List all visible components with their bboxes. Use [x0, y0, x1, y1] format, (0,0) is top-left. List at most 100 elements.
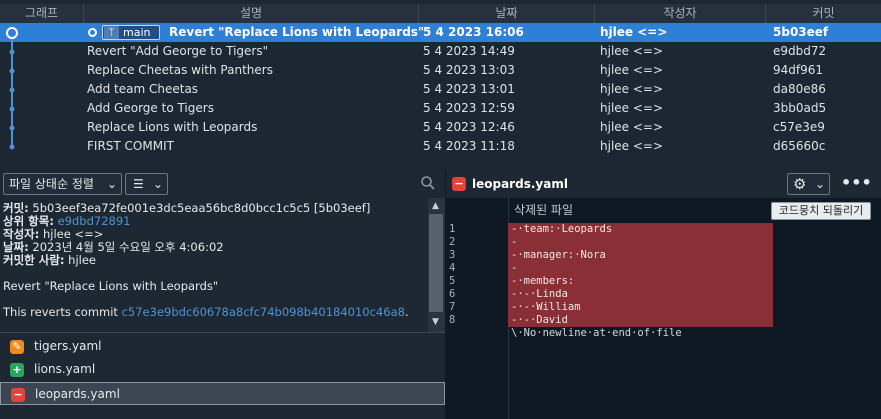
commit-row[interactable]: Add George to Tigers 5 4 2023 12:59 hjle…	[0, 99, 881, 118]
graph-node	[9, 106, 15, 112]
diff-view: 삭제된 파일 코드뭉치 되돌리기 1 -·team:·Leopards 2 - …	[446, 198, 881, 419]
message-body-suffix: .	[404, 305, 409, 319]
detail-date-value: 2023년 4월 5일 수요일 오후 4:06:02	[32, 240, 224, 254]
commit-row[interactable]: Replace Cheetas with Panthers 5 4 2023 1…	[0, 61, 881, 80]
added-icon: +	[10, 363, 24, 377]
line-number: 6	[449, 288, 456, 300]
diff-line: 5 -·members:	[446, 275, 881, 288]
commit-date: 5 4 2023 13:03	[423, 63, 515, 77]
commit-description: Replace Cheetas with Panthers	[87, 63, 273, 77]
commit-date: 5 4 2023 12:59	[423, 101, 515, 115]
discard-hunk-button[interactable]: 코드뭉치 되돌리기	[771, 202, 871, 220]
commit-graph	[6, 27, 18, 150]
diff-settings-button[interactable]: ⚙ ⌄	[787, 173, 830, 195]
line-number: 1	[449, 223, 456, 235]
commit-date: 5 4 2023 12:46	[423, 120, 515, 134]
commit-author: hjlee <=>	[600, 63, 664, 77]
commit-message-body: This reverts commit c57e3e9bdc60678a8cfc…	[3, 306, 409, 319]
removed-icon: −	[452, 177, 466, 191]
detail-scrollbar[interactable]: ▲ ▼	[428, 198, 445, 332]
column-graph[interactable]: 그래프	[0, 4, 84, 23]
file-name: tigers.yaml	[34, 339, 102, 353]
commit-date: 5 4 2023 11:18	[423, 139, 515, 153]
line-number: 7	[449, 301, 456, 313]
branch-name: main	[123, 26, 151, 39]
view-mode-dropdown[interactable]: ☰ ⌄	[125, 173, 168, 195]
line-number: 2	[449, 236, 456, 248]
diff-file-name: leopards.yaml	[472, 177, 568, 191]
column-date[interactable]: 날짜	[419, 4, 595, 23]
commit-description: Add George to Tigers	[87, 101, 214, 115]
diff-line: \·No·newline·at·end·of·file	[446, 327, 881, 340]
commit-author: hjlee <=>	[600, 25, 668, 39]
diff-line: 6 -·-·Linda	[446, 288, 881, 301]
commit-hash: 5b03eef	[773, 25, 829, 39]
commit-hash: c57e3e9	[773, 120, 825, 134]
commit-row[interactable]: Add team Cheetas 5 4 2023 13:01 hjlee <=…	[0, 80, 881, 99]
branch-icon: ᛘ	[104, 26, 119, 39]
commit-history: 그래프 설명 날짜 작성자 커밋 ᛘ main Revert "Replace …	[0, 0, 881, 170]
parent-commit-link[interactable]: e9dbd72891	[58, 214, 131, 228]
file-name: leopards.yaml	[35, 387, 120, 401]
column-description[interactable]: 설명	[84, 4, 419, 23]
detail-commit-value: 5b03eef3ea72fe001e3dc5eaa56bc8d0bcc1c5c5…	[32, 201, 371, 215]
commit-row[interactable]: Revert "Add George to Tigers" 5 4 2023 1…	[0, 42, 881, 61]
scrollbar-thumb[interactable]	[429, 214, 443, 312]
column-header: 그래프 설명 날짜 작성자 커밋	[0, 4, 881, 23]
diff-header: − leopards.yaml ⚙ ⌄ •••	[446, 170, 881, 198]
hunk-label: 삭제된 파일	[514, 203, 574, 217]
commit-hash: 94df961	[773, 63, 824, 77]
line-number: 4	[449, 262, 456, 274]
file-item-lions[interactable]: + lions.yaml	[0, 358, 445, 381]
modified-icon: ✎	[10, 340, 24, 354]
commit-author: hjlee <=>	[600, 82, 664, 96]
commit-description: FIRST COMMIT	[87, 139, 174, 153]
line-code: -	[508, 262, 773, 275]
diff-line: 2 -	[446, 236, 881, 249]
commit-author: hjlee <=>	[600, 101, 664, 115]
commit-row[interactable]: Replace Lions with Leopards 5 4 2023 12:…	[0, 118, 881, 137]
hunk-header: 삭제된 파일 코드뭉치 되돌리기	[446, 198, 881, 222]
removed-icon: −	[11, 388, 25, 402]
line-code: -·team:·Leopards	[508, 223, 773, 236]
branch-label[interactable]: ᛘ main	[102, 25, 160, 40]
message-body-prefix: This reverts commit	[3, 305, 122, 319]
commit-row[interactable]: ᛘ main Revert "Replace Lions with Leopar…	[0, 23, 881, 42]
head-marker-icon	[88, 28, 97, 37]
commit-author: hjlee <=>	[600, 139, 664, 153]
commit-description: Replace Lions with Leopards	[87, 120, 258, 134]
commit-hash: d65660c	[773, 139, 826, 153]
file-item-tigers[interactable]: ✎ tigers.yaml	[0, 335, 445, 358]
commit-author: hjlee <=>	[600, 44, 664, 58]
commit-date: 5 4 2023 13:01	[423, 82, 515, 96]
line-code: -·members:	[508, 275, 773, 288]
sort-dropdown[interactable]: 파일 상태순 정렬 ⌄	[3, 173, 122, 195]
chevron-down-icon: ⌄	[814, 177, 825, 191]
diff-line: 3 -·manager:·Nora	[446, 249, 881, 262]
sort-label: 파일 상태순 정렬	[9, 177, 94, 191]
graph-node	[9, 144, 15, 150]
detail-committer: 커밋한 사람: hjlee	[3, 254, 96, 267]
scroll-up-icon[interactable]: ▲	[432, 201, 439, 211]
column-commit[interactable]: 커밋	[766, 4, 881, 23]
detail-parent-label: 상위 항목:	[3, 214, 54, 228]
diff-line: 1 -·team:·Leopards	[446, 223, 881, 236]
more-options-button[interactable]: •••	[841, 173, 872, 195]
line-code: -·-·William	[508, 301, 773, 314]
line-code: -·manager:·Nora	[508, 249, 773, 262]
scroll-down-icon[interactable]: ▼	[432, 317, 439, 327]
commit-date: 5 4 2023 14:49	[423, 44, 515, 58]
column-author[interactable]: 작성자	[595, 4, 766, 23]
graph-node-head	[6, 27, 18, 39]
commit-row[interactable]: FIRST COMMIT 5 4 2023 11:18 hjlee <=> d6…	[0, 137, 881, 156]
reverted-commit-link[interactable]: c57e3e9bdc60678a8cfc74b098b40184010c46a8	[122, 305, 405, 319]
commit-message-title: Revert "Replace Lions with Leopards"	[3, 279, 219, 293]
file-item-leopards[interactable]: − leopards.yaml	[0, 382, 445, 405]
diff-line: 4 -	[446, 262, 881, 275]
changed-files-list: ✎ tigers.yaml + lions.yaml − leopards.ya…	[0, 332, 445, 419]
commit-description: Revert "Add George to Tigers"	[87, 44, 269, 58]
search-icon[interactable]	[420, 175, 436, 191]
chevron-down-icon: ⌄	[152, 177, 163, 191]
chevron-down-icon: ⌄	[106, 177, 117, 191]
commit-description: Revert "Replace Lions with Leopards"	[169, 25, 425, 39]
